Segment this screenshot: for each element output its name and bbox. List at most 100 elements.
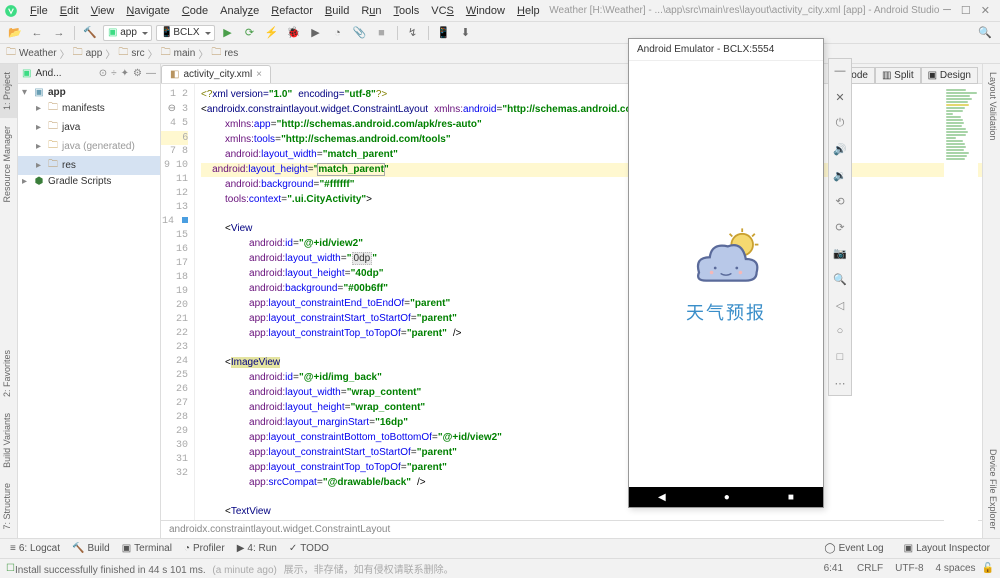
- breadcrumb-item[interactable]: res: [224, 48, 238, 59]
- menu-navigate[interactable]: Navigate: [120, 5, 175, 17]
- minimize-button[interactable]: ─: [943, 4, 951, 17]
- editor-tab[interactable]: ◧ activity_city.xml ×: [161, 65, 271, 83]
- tree-node-app[interactable]: ▾▣app: [18, 86, 160, 99]
- line-separator[interactable]: CRLF: [857, 563, 883, 574]
- menu-edit[interactable]: Edit: [54, 5, 85, 17]
- tree-node[interactable]: ▸🗀java (generated): [18, 137, 160, 156]
- lock-icon[interactable]: 🔓: [982, 563, 994, 574]
- emu-volume-up-icon[interactable]: 🔊: [832, 141, 848, 157]
- tree-node[interactable]: ▸⬢Gradle Scripts: [18, 175, 160, 188]
- nav-home-icon[interactable]: ●: [724, 492, 730, 503]
- emulator-screen[interactable]: 天气预报: [629, 61, 823, 487]
- menu-analyze[interactable]: Analyze: [214, 5, 265, 17]
- window-title: Weather [H:\Weather] - ...\app\src\main\…: [546, 5, 943, 16]
- profile-icon[interactable]: ◔: [329, 24, 347, 42]
- open-icon[interactable]: 📂: [6, 24, 24, 42]
- tab-layout-inspector[interactable]: ▣ Layout Inspector: [898, 543, 996, 554]
- coverage-icon[interactable]: ▶: [307, 24, 325, 42]
- project-view-label[interactable]: And...: [35, 68, 61, 79]
- menu-refactor[interactable]: Refactor: [265, 5, 319, 17]
- stop-icon[interactable]: ■: [373, 24, 391, 42]
- emu-rotate-right-icon[interactable]: ⟳: [832, 219, 848, 235]
- emu-close-icon[interactable]: ✕: [832, 89, 848, 105]
- menu-code[interactable]: Code: [176, 5, 214, 17]
- indent-info[interactable]: 4 spaces: [936, 563, 976, 574]
- tree-hide-icon[interactable]: —: [146, 68, 156, 79]
- search-icon[interactable]: 🔍: [976, 24, 994, 42]
- breadcrumb-item[interactable]: main: [174, 48, 196, 59]
- sdk-icon[interactable]: ⬇: [457, 24, 475, 42]
- emu-zoom-icon[interactable]: 🔍: [832, 271, 848, 287]
- project-header: ▣ And... ⊙ ÷ ✦ ⚙ —: [18, 64, 160, 84]
- sync-icon[interactable]: ↯: [404, 24, 422, 42]
- avd-icon[interactable]: 📱: [435, 24, 453, 42]
- tab-favorites[interactable]: 2: Favorites: [0, 342, 17, 405]
- tree-node[interactable]: ▸🗀java: [18, 118, 160, 137]
- emu-screenshot-icon[interactable]: 📷: [832, 245, 848, 261]
- emu-power-icon[interactable]: ⏻: [832, 115, 848, 131]
- tab-device-file-explorer[interactable]: Device File Explorer: [983, 441, 1000, 538]
- menu-run[interactable]: Run: [355, 5, 387, 17]
- emu-volume-down-icon[interactable]: 🔉: [832, 167, 848, 183]
- device-selector[interactable]: 📱 BCLX: [156, 25, 215, 41]
- nav-back-icon[interactable]: ◀: [658, 492, 666, 503]
- tree-settings-icon[interactable]: ⚙: [133, 68, 142, 79]
- tab-structure[interactable]: 7: Structure: [0, 475, 17, 538]
- emu-back-icon[interactable]: ◁: [832, 297, 848, 313]
- tab-logcat[interactable]: ≡ 6: Logcat: [4, 543, 66, 554]
- breadcrumb-item[interactable]: app: [86, 48, 103, 59]
- tab-project[interactable]: 1: Project: [0, 64, 17, 118]
- tab-build[interactable]: 🔨 Build: [66, 543, 116, 554]
- run-config-selector[interactable]: ▣ app: [103, 25, 152, 41]
- menu-vcs[interactable]: VCS: [425, 5, 460, 17]
- editor-minimap[interactable]: [944, 88, 978, 528]
- tab-todo[interactable]: ✓ TODO: [283, 543, 335, 554]
- close-button[interactable]: ✕: [981, 4, 990, 17]
- run-icon[interactable]: ▶: [219, 24, 237, 42]
- tree-node-selected[interactable]: ▸🗀res: [18, 156, 160, 175]
- breadcrumb-item[interactable]: Weather: [19, 48, 57, 59]
- nav-fwd-icon[interactable]: →: [50, 24, 68, 42]
- tree-expand-icon[interactable]: ✦: [121, 68, 129, 79]
- tab-event-log[interactable]: ◯ Event Log: [818, 543, 889, 554]
- view-design-button[interactable]: ▣ Design: [921, 67, 978, 84]
- editor: ◧ activity_city.xml × ≡ Code ▥ Split ▣ D…: [161, 64, 1000, 538]
- view-split-button[interactable]: ▥ Split: [875, 67, 921, 84]
- maximize-button[interactable]: ☐: [961, 4, 971, 17]
- tab-profiler[interactable]: ◔ Profiler: [178, 543, 231, 554]
- menu-view[interactable]: View: [85, 5, 121, 17]
- emu-overview-icon[interactable]: □: [832, 349, 848, 365]
- debug-icon[interactable]: 🐞: [285, 24, 303, 42]
- tree-collapse-icon[interactable]: ⊙: [99, 68, 107, 79]
- emu-rotate-left-icon[interactable]: ⟲: [832, 193, 848, 209]
- editor-body: 1 2 ⊖ 3 4 5 6 7 8 9 10 11 12 13 14 15 16…: [161, 84, 1000, 520]
- close-tab-icon[interactable]: ×: [256, 69, 262, 80]
- line-gutter: 1 2 ⊖ 3 4 5 6 7 8 9 10 11 12 13 14 15 16…: [161, 84, 195, 520]
- file-encoding[interactable]: UTF-8: [895, 563, 923, 574]
- tab-terminal[interactable]: ▣ Terminal: [116, 543, 178, 554]
- tree-divide-icon[interactable]: ÷: [111, 68, 117, 79]
- emulator-toolbar: — ✕ ⏻ 🔊 🔉 ⟲ ⟳ 📷 🔍 ◁ ○ □ ⋯: [828, 58, 852, 396]
- menu-build[interactable]: Build: [319, 5, 355, 17]
- code-area[interactable]: <?xml version="1.0" encoding="utf-8"?> <…: [195, 84, 1000, 520]
- breadcrumb-item[interactable]: src: [131, 48, 144, 59]
- apply-code-icon[interactable]: ⚡: [263, 24, 281, 42]
- tab-resource-manager[interactable]: Resource Manager: [0, 118, 17, 211]
- tree-node[interactable]: ▸🗀manifests: [18, 99, 160, 118]
- tab-layout-validation[interactable]: Layout Validation: [983, 64, 1000, 148]
- cursor-position[interactable]: 6:41: [824, 563, 843, 574]
- tab-run[interactable]: ▶ 4: Run: [231, 543, 283, 554]
- menu-file[interactable]: File: [24, 5, 54, 17]
- menu-window[interactable]: Window: [460, 5, 511, 17]
- menu-tools[interactable]: Tools: [388, 5, 426, 17]
- build-icon[interactable]: 🔨: [81, 24, 99, 42]
- menu-help[interactable]: Help: [511, 5, 546, 17]
- emu-home-icon[interactable]: ○: [832, 323, 848, 339]
- apply-changes-icon[interactable]: ⟳: [241, 24, 259, 42]
- nav-back-icon[interactable]: ←: [28, 24, 46, 42]
- emu-minimize-icon[interactable]: —: [832, 63, 848, 79]
- attach-debugger-icon[interactable]: 📎: [351, 24, 369, 42]
- emu-more-icon[interactable]: ⋯: [832, 375, 848, 391]
- tab-build-variants[interactable]: Build Variants: [0, 405, 17, 476]
- nav-recent-icon[interactable]: ■: [788, 492, 794, 503]
